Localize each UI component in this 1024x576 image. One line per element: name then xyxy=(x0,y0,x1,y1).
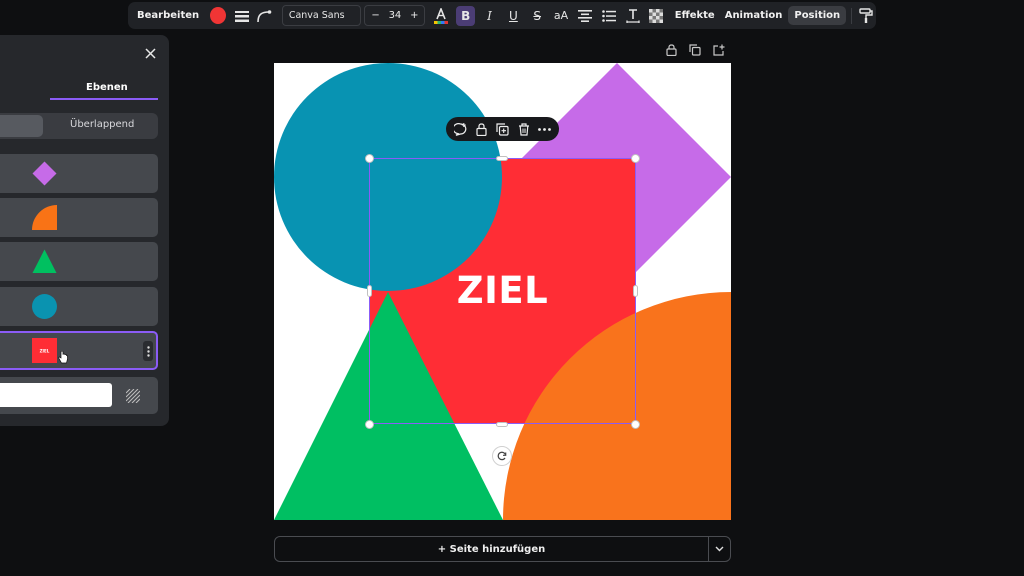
bullet-list-icon[interactable] xyxy=(599,6,618,26)
font-size-decrease-button[interactable]: − xyxy=(371,10,379,21)
triangle-thumbnail xyxy=(32,249,57,273)
effects-button[interactable]: Effekte xyxy=(675,10,715,21)
add-page-options-button[interactable] xyxy=(708,536,731,562)
close-icon[interactable] xyxy=(142,45,158,61)
curve-icon[interactable] xyxy=(255,6,274,26)
resize-handle-bottom-left[interactable] xyxy=(365,420,374,429)
resize-handle-bottom-right[interactable] xyxy=(631,420,640,429)
rotate-icon xyxy=(497,451,507,461)
edit-button[interactable]: Bearbeiten xyxy=(137,10,199,21)
layer-row-circle[interactable] xyxy=(0,287,158,326)
spacing-icon[interactable] xyxy=(623,6,642,26)
add-page-icon[interactable] xyxy=(712,43,726,57)
italic-button[interactable]: I xyxy=(480,6,499,26)
more-options-icon[interactable] xyxy=(536,120,554,138)
transparency-icon[interactable] xyxy=(647,6,666,26)
align-center-icon[interactable] xyxy=(575,6,594,26)
layer-view-toggle: Überlappend xyxy=(0,113,158,139)
duplicate-icon[interactable] xyxy=(494,120,512,138)
font-size-value[interactable]: 34 xyxy=(389,10,402,21)
background-color-swatch[interactable] xyxy=(0,383,112,407)
text-toolbar: Bearbeiten Canva Sans − 34 + B I U S aA xyxy=(128,2,876,29)
layer-row-text-square[interactable]: ZIEL xyxy=(0,331,158,370)
font-size-increase-button[interactable]: + xyxy=(410,10,418,21)
bold-button[interactable]: B xyxy=(456,5,476,26)
cursor-hand-icon xyxy=(58,349,68,368)
resize-handle-top-left[interactable] xyxy=(365,154,374,163)
strikethrough-button[interactable]: S xyxy=(528,6,547,26)
transparent-background-icon[interactable] xyxy=(126,389,140,403)
resize-handle-top-right[interactable] xyxy=(631,154,640,163)
rotate-handle[interactable] xyxy=(492,446,512,466)
lock-page-icon[interactable] xyxy=(664,43,678,57)
editor-app: Bearbeiten Canva Sans − 34 + B I U S aA xyxy=(0,0,1024,576)
thumbnail-text: ZIEL xyxy=(40,349,50,354)
segment-all-button[interactable] xyxy=(0,115,43,137)
quarter-circle-thumbnail xyxy=(32,205,57,230)
comment-icon[interactable] xyxy=(452,120,470,138)
resize-handle-bottom[interactable] xyxy=(496,422,508,427)
circle-thumbnail xyxy=(32,294,57,319)
layer-row-diamond[interactable] xyxy=(0,154,158,193)
resize-handle-right[interactable] xyxy=(633,285,638,297)
toolbar-divider xyxy=(851,7,853,24)
resize-handle-top[interactable] xyxy=(496,156,508,161)
chevron-down-icon xyxy=(715,546,724,552)
lock-icon[interactable] xyxy=(473,120,491,138)
line-weight-icon[interactable] xyxy=(232,6,251,26)
font-size-stepper[interactable]: − 34 + xyxy=(364,5,426,26)
tab-active-indicator xyxy=(50,98,158,100)
paint-roller-icon[interactable] xyxy=(857,6,876,26)
segment-overlapping-button[interactable]: Überlappend xyxy=(70,119,134,130)
selection-box xyxy=(369,158,636,424)
font-color-icon[interactable] xyxy=(431,6,450,26)
letter-case-button[interactable]: aA xyxy=(552,6,571,26)
element-context-menu xyxy=(446,117,559,141)
page-tools xyxy=(664,43,726,57)
animation-button[interactable]: Animation xyxy=(725,10,783,21)
font-family-dropdown[interactable]: Canva Sans xyxy=(281,5,362,26)
position-button[interactable]: Position xyxy=(788,6,847,25)
layer-row-triangle[interactable] xyxy=(0,242,158,281)
layer-row-quarter-circle[interactable] xyxy=(0,198,158,237)
resize-handle-left[interactable] xyxy=(367,285,372,297)
duplicate-page-icon[interactable] xyxy=(688,43,702,57)
layers-panel: en Ebenen Überlappend ZIEL xyxy=(0,35,169,426)
layer-more-options-button[interactable] xyxy=(143,341,153,361)
tab-layers[interactable]: Ebenen xyxy=(86,82,128,93)
text-color-swatch[interactable] xyxy=(210,7,227,24)
trash-icon[interactable] xyxy=(515,120,533,138)
layer-row-background[interactable] xyxy=(0,377,158,414)
text-square-thumbnail: ZIEL xyxy=(32,338,57,363)
add-page-button[interactable]: + Seite hinzufügen xyxy=(274,536,709,562)
diamond-thumbnail xyxy=(32,161,57,186)
underline-button[interactable]: U xyxy=(504,6,523,26)
